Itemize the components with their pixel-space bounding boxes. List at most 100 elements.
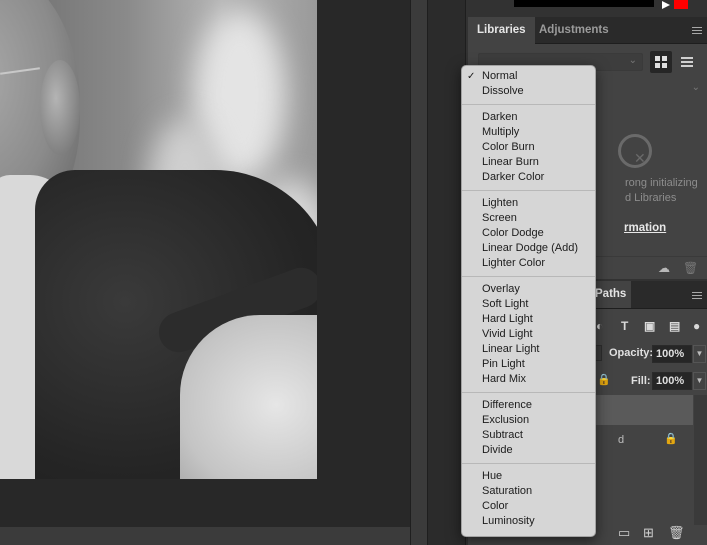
- photo-ear: [40, 60, 80, 155]
- blend-mode-label: Difference: [482, 399, 532, 411]
- lock-icon: 🔒: [664, 433, 678, 445]
- library-error-message: rong initializing d Libraries: [625, 177, 698, 204]
- blend-mode-item[interactable]: Subtract: [462, 428, 595, 443]
- blend-mode-label: Lighten: [482, 197, 519, 209]
- blend-mode-item[interactable]: Hue: [462, 469, 595, 484]
- blend-mode-label: Hard Light: [482, 313, 533, 325]
- chevron-down-icon[interactable]: ▼: [693, 372, 706, 390]
- fill-label: Fill:: [631, 375, 651, 387]
- library-error-icon: [618, 134, 652, 168]
- blend-mode-label: Overlay: [482, 283, 520, 295]
- trash-icon[interactable]: 🗑: [668, 525, 685, 541]
- layer-name: d: [618, 434, 625, 446]
- list-view-icon[interactable]: [676, 51, 698, 73]
- grid-view-icon[interactable]: [650, 51, 672, 73]
- blend-mode-item[interactable]: Divide: [462, 443, 595, 458]
- vertical-scrollbar[interactable]: [410, 0, 427, 545]
- photo-canvas[interactable]: [0, 0, 317, 479]
- lock-icon[interactable]: 🔒: [597, 373, 611, 386]
- menu-icon[interactable]: [692, 27, 702, 34]
- filter-toggle-icon[interactable]: ●: [693, 319, 700, 333]
- blend-mode-label: Linear Dodge (Add): [482, 242, 579, 254]
- blend-mode-item[interactable]: Color Burn: [462, 140, 595, 155]
- blend-mode-item[interactable]: Multiply: [462, 125, 595, 140]
- blend-mode-item[interactable]: Soft Light: [462, 297, 595, 312]
- blend-mode-label: Soft Light: [482, 298, 529, 310]
- blend-mode-label: Linear Burn: [482, 156, 539, 168]
- blend-mode-item[interactable]: Lighten: [462, 196, 595, 211]
- blend-mode-label: Divide: [482, 444, 513, 456]
- blend-mode-label: Hue: [482, 470, 503, 482]
- blend-mode-item[interactable]: Overlay: [462, 282, 595, 297]
- type-filter-icon[interactable]: T: [621, 319, 628, 333]
- layers-scrollbar[interactable]: [694, 395, 707, 525]
- blend-mode-label: Vivid Light: [482, 328, 533, 340]
- menu-separator: [462, 463, 595, 464]
- blend-mode-label: Saturation: [482, 485, 533, 497]
- blend-mode-menu: ✓ Normal Dissolve Darken Multiply Color Burn L…: [461, 65, 596, 537]
- chevron-down-icon[interactable]: ⌄: [692, 82, 700, 93]
- blend-mode-label: Darken: [482, 111, 518, 123]
- blend-mode-item[interactable]: Luminosity: [462, 514, 595, 529]
- blend-mode-label: Lighter Color: [482, 257, 545, 269]
- photo-sleeve: [180, 315, 317, 479]
- cloud-sync-icon[interactable]: ☁: [658, 261, 670, 275]
- play-arrow-icon[interactable]: [662, 1, 670, 9]
- shape-filter-icon[interactable]: ▣: [644, 319, 655, 333]
- more-information-link[interactable]: rmation: [624, 222, 666, 234]
- check-icon: ✓: [467, 71, 476, 82]
- blend-mode-label: Linear Light: [482, 343, 540, 355]
- blend-mode-item[interactable]: Exclusion: [462, 413, 595, 428]
- blend-mode-label: Exclusion: [482, 414, 530, 426]
- tab-libraries[interactable]: Libraries: [468, 17, 535, 44]
- blend-mode-label: Hard Mix: [482, 373, 527, 385]
- blend-mode-item[interactable]: Lighter Color: [462, 256, 595, 271]
- blend-mode-item[interactable]: Hard Mix: [462, 372, 595, 387]
- new-group-icon[interactable]: ▭: [618, 525, 630, 541]
- blend-mode-label: Multiply: [482, 126, 520, 138]
- horizontal-scrollbar[interactable]: [0, 527, 410, 545]
- blend-mode-item[interactable]: Difference: [462, 398, 595, 413]
- smart-object-filter-icon[interactable]: ▤: [669, 319, 680, 333]
- color-panel-strip: [514, 0, 707, 12]
- adjustment-filter-icon[interactable]: ◐: [596, 319, 603, 333]
- blend-mode-label: Subtract: [482, 429, 523, 441]
- blend-mode-label: Color Dodge: [482, 227, 544, 239]
- menu-separator: [462, 276, 595, 277]
- blend-mode-item[interactable]: Color Dodge: [462, 226, 595, 241]
- blend-mode-item[interactable]: Hard Light: [462, 312, 595, 327]
- blend-mode-label: Screen: [482, 212, 517, 224]
- blend-mode-item[interactable]: Darken: [462, 110, 595, 125]
- blend-mode-label: Pin Light: [482, 358, 525, 370]
- libraries-tabbar: Libraries Adjustments: [468, 17, 707, 44]
- tab-adjustments[interactable]: Adjustments: [530, 17, 618, 44]
- blend-mode-item[interactable]: ✓ Normal: [462, 69, 595, 84]
- chevron-down-icon[interactable]: ▼: [693, 345, 706, 363]
- color-ramp[interactable]: [514, 0, 654, 7]
- blend-mode-item[interactable]: Dissolve: [462, 84, 595, 99]
- document-canvas-area[interactable]: [0, 0, 410, 545]
- fill-input[interactable]: 100%: [652, 372, 692, 390]
- trash-icon[interactable]: 🗑: [683, 261, 698, 275]
- blend-mode-item[interactable]: Darker Color: [462, 170, 595, 185]
- blend-mode-item[interactable]: Linear Dodge (Add): [462, 241, 595, 256]
- blend-mode-label: Color: [482, 500, 509, 512]
- blend-mode-item[interactable]: Linear Light: [462, 342, 595, 357]
- blend-mode-label: Normal: [482, 70, 518, 82]
- blend-mode-item[interactable]: Pin Light: [462, 357, 595, 372]
- blend-mode-label: Darker Color: [482, 171, 545, 183]
- chevron-down-icon: ⌄: [628, 55, 637, 66]
- blend-mode-item[interactable]: Linear Burn: [462, 155, 595, 170]
- opacity-input[interactable]: 100%: [652, 345, 692, 363]
- blend-mode-item[interactable]: Saturation: [462, 484, 595, 499]
- menu-separator: [462, 190, 595, 191]
- new-layer-icon[interactable]: ⊞: [643, 525, 654, 541]
- blend-mode-item[interactable]: Vivid Light: [462, 327, 595, 342]
- opacity-label: Opacity:: [609, 347, 654, 359]
- blend-mode-item[interactable]: Screen: [462, 211, 595, 226]
- foreground-color-swatch[interactable]: [674, 0, 688, 9]
- menu-icon[interactable]: [692, 292, 702, 299]
- menu-separator: [462, 392, 595, 393]
- blend-mode-label: Luminosity: [482, 515, 535, 527]
- blend-mode-item[interactable]: Color: [462, 499, 595, 514]
